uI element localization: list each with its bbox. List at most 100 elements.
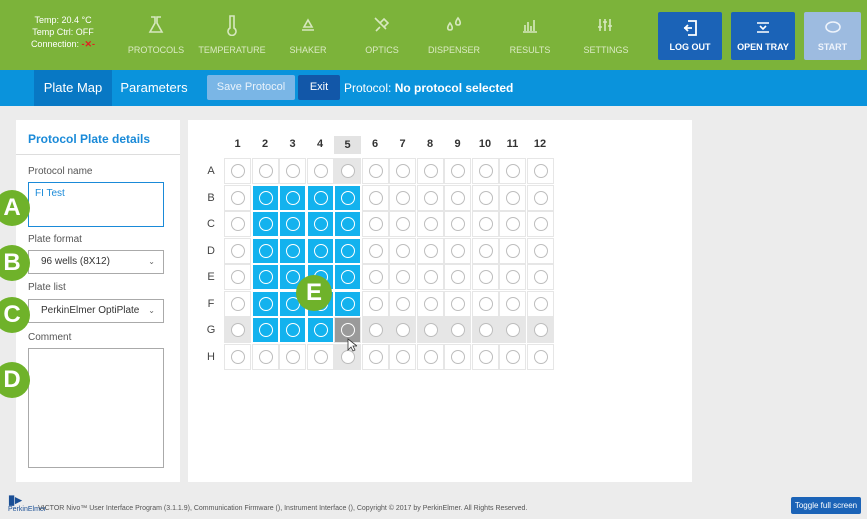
- well-B1[interactable]: [224, 184, 251, 211]
- well-A3[interactable]: [279, 158, 306, 184]
- well-E6[interactable]: [361, 264, 389, 290]
- well-F7[interactable]: [389, 290, 416, 317]
- well-A7[interactable]: [389, 158, 416, 184]
- well-B12[interactable]: [526, 184, 554, 211]
- well-G1[interactable]: [224, 317, 251, 343]
- row-header-A[interactable]: A: [204, 165, 218, 177]
- well-D2[interactable]: [251, 237, 279, 264]
- well-B9[interactable]: [444, 184, 471, 211]
- well-B8[interactable]: [416, 184, 444, 211]
- well-E9[interactable]: [444, 264, 471, 290]
- well-D9[interactable]: [444, 237, 471, 264]
- well-G11[interactable]: [499, 317, 526, 343]
- well-B7[interactable]: [389, 184, 416, 211]
- well-B4[interactable]: [306, 184, 334, 211]
- well-F2[interactable]: [251, 290, 279, 317]
- well-F6[interactable]: [361, 290, 389, 317]
- toolbar-shaker[interactable]: SHAKER: [270, 0, 346, 70]
- well-B10[interactable]: [471, 184, 499, 211]
- well-F8[interactable]: [416, 290, 444, 317]
- protocol-name-input[interactable]: FI Test: [28, 182, 164, 227]
- well-C1[interactable]: [224, 211, 251, 237]
- column-header-1[interactable]: 1: [224, 138, 251, 150]
- open-tray-button[interactable]: OPEN TRAY: [731, 12, 795, 60]
- toggle-fullscreen-button[interactable]: Toggle full screen: [791, 497, 861, 514]
- well-H4[interactable]: [306, 343, 334, 370]
- well-E1[interactable]: [224, 264, 251, 290]
- column-header-3[interactable]: 3: [279, 138, 306, 150]
- toolbar-protocols[interactable]: PROTOCOLS: [118, 0, 194, 70]
- well-B5[interactable]: [334, 184, 361, 211]
- well-C3[interactable]: [279, 211, 306, 237]
- well-A2[interactable]: [251, 158, 279, 184]
- well-G4[interactable]: [306, 317, 334, 343]
- well-F1[interactable]: [224, 290, 251, 317]
- well-C8[interactable]: [416, 211, 444, 237]
- column-header-8[interactable]: 8: [417, 138, 444, 150]
- well-C4[interactable]: [306, 211, 334, 237]
- well-H1[interactable]: [224, 343, 251, 370]
- well-D1[interactable]: [224, 237, 251, 264]
- well-E7[interactable]: [389, 264, 416, 290]
- well-G3[interactable]: [279, 317, 306, 343]
- well-G6[interactable]: [361, 317, 389, 343]
- well-D5[interactable]: [334, 237, 361, 264]
- well-H6[interactable]: [361, 343, 389, 370]
- row-header-D[interactable]: D: [204, 245, 218, 257]
- column-header-2[interactable]: 2: [252, 138, 279, 150]
- column-header-9[interactable]: 9: [444, 138, 471, 150]
- well-A9[interactable]: [444, 158, 471, 184]
- column-header-5[interactable]: 5: [334, 136, 361, 154]
- well-F10[interactable]: [471, 290, 499, 317]
- start-button[interactable]: START: [804, 12, 861, 60]
- save-protocol-button[interactable]: Save Protocol: [207, 75, 295, 100]
- well-A11[interactable]: [499, 158, 526, 184]
- well-C7[interactable]: [389, 211, 416, 237]
- well-C6[interactable]: [361, 211, 389, 237]
- well-H9[interactable]: [444, 343, 471, 370]
- row-header-C[interactable]: C: [204, 218, 218, 230]
- column-header-4[interactable]: 4: [307, 138, 334, 150]
- well-H3[interactable]: [279, 343, 306, 370]
- well-G9[interactable]: [444, 317, 471, 343]
- well-G8[interactable]: [416, 317, 444, 343]
- toolbar-dispenser[interactable]: DISPENSER: [416, 0, 492, 70]
- well-C10[interactable]: [471, 211, 499, 237]
- well-G12[interactable]: [526, 317, 554, 343]
- plate-format-select[interactable]: 96 wells (8X12) ⌄: [28, 250, 164, 274]
- well-D12[interactable]: [526, 237, 554, 264]
- well-A4[interactable]: [306, 158, 334, 184]
- well-C9[interactable]: [444, 211, 471, 237]
- well-E12[interactable]: [526, 264, 554, 290]
- well-C12[interactable]: [526, 211, 554, 237]
- well-F12[interactable]: [526, 290, 554, 317]
- well-G2[interactable]: [251, 317, 279, 343]
- row-header-F[interactable]: F: [204, 298, 218, 310]
- well-E10[interactable]: [471, 264, 499, 290]
- row-header-G[interactable]: G: [204, 324, 218, 336]
- well-E5[interactable]: [334, 264, 361, 290]
- well-D4[interactable]: [306, 237, 334, 264]
- well-A8[interactable]: [416, 158, 444, 184]
- column-header-12[interactable]: 12: [527, 138, 554, 150]
- well-B11[interactable]: [499, 184, 526, 211]
- well-D11[interactable]: [499, 237, 526, 264]
- well-H2[interactable]: [251, 343, 279, 370]
- well-A1[interactable]: [224, 158, 251, 184]
- well-H7[interactable]: [389, 343, 416, 370]
- tab-parameters[interactable]: Parameters: [115, 70, 193, 106]
- column-header-7[interactable]: 7: [389, 138, 416, 150]
- well-C5[interactable]: [334, 211, 361, 237]
- well-G10[interactable]: [471, 317, 499, 343]
- row-header-E[interactable]: E: [204, 271, 218, 283]
- well-C11[interactable]: [499, 211, 526, 237]
- well-G7[interactable]: [389, 317, 416, 343]
- row-header-B[interactable]: B: [204, 192, 218, 204]
- well-D10[interactable]: [471, 237, 499, 264]
- toolbar-temperature[interactable]: TEMPERATURE: [194, 0, 270, 70]
- well-H10[interactable]: [471, 343, 499, 370]
- well-E2[interactable]: [251, 264, 279, 290]
- well-A12[interactable]: [526, 158, 554, 184]
- well-D3[interactable]: [279, 237, 306, 264]
- well-H8[interactable]: [416, 343, 444, 370]
